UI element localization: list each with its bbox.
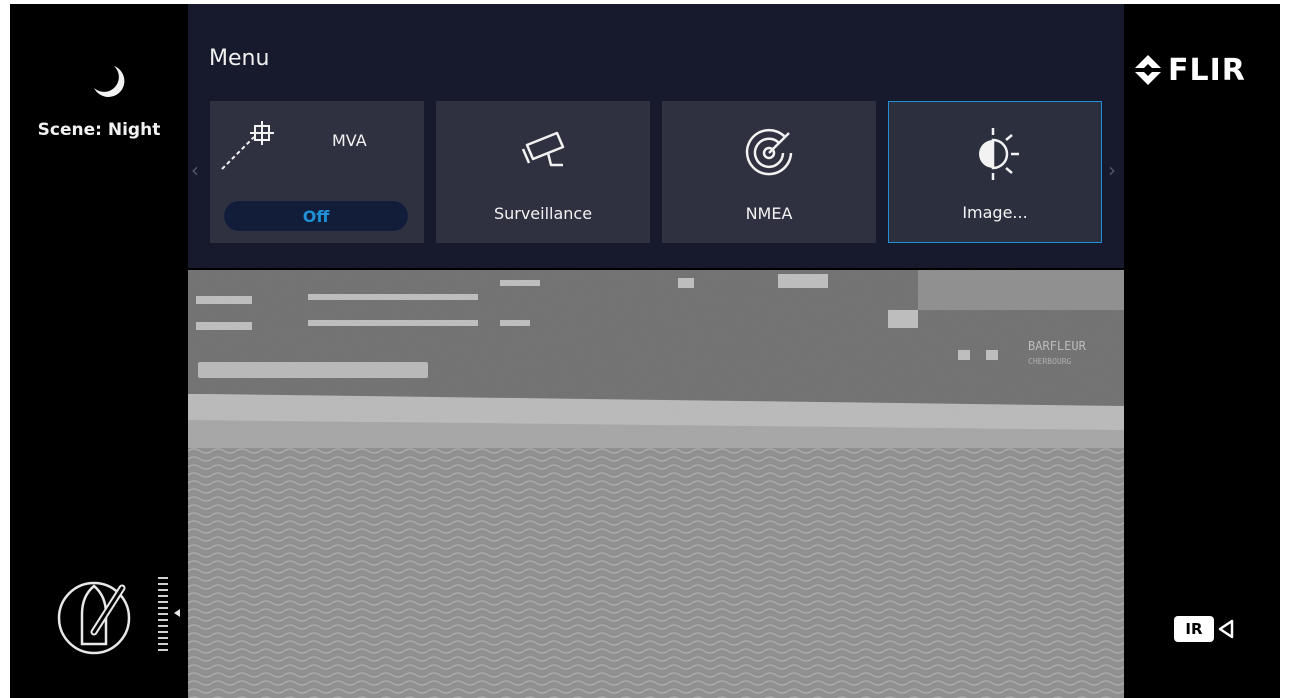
image-settings-label: Image... (962, 203, 1028, 222)
scroll-right-arrow[interactable]: › (1108, 158, 1116, 182)
mva-crosshair-icon (221, 121, 274, 170)
nmea-label: NMEA (745, 204, 793, 223)
flir-logo: FLIR (1134, 50, 1246, 90)
left-status-panel: Scene: Night (10, 4, 188, 698)
brand-name: FLIR (1168, 52, 1246, 88)
camera-heading-icon[interactable] (54, 574, 134, 660)
mva-toggle[interactable]: Off (224, 201, 408, 231)
security-camera-icon (521, 131, 565, 167)
right-status-panel: FLIR IR (1124, 4, 1280, 698)
thermal-camera-screen: Scene: Night Menu ‹ › MVA Off Surveillan… (10, 4, 1280, 698)
radar-icon (745, 128, 793, 176)
menu-tile-nmea[interactable]: NMEA (662, 101, 876, 243)
tilt-scale-icon (158, 577, 180, 651)
thermal-camera-feed[interactable]: BARFLEUR CHERBOURG (188, 270, 1124, 698)
brightness-contrast-icon (979, 128, 1019, 180)
flir-logo-icon (1135, 55, 1161, 85)
menu-title: Menu (209, 46, 270, 71)
camera-mode-indicator[interactable]: IR (1174, 616, 1236, 642)
surveillance-label: Surveillance (493, 204, 593, 223)
menu-tile-image[interactable]: Image... (888, 101, 1102, 243)
ir-mode-label: IR (1174, 616, 1214, 642)
video-camera-icon (1218, 619, 1234, 639)
moon-icon (94, 66, 125, 97)
scroll-left-arrow[interactable]: ‹ (191, 158, 199, 182)
scene-mode-label: Scene: Night (37, 120, 161, 140)
mva-label: MVA (332, 131, 367, 150)
menu-tiles: MVA Off Surveillance NMEA Image... (210, 101, 1102, 243)
menu-tile-surveillance[interactable]: Surveillance (436, 101, 650, 243)
menu-tile-mva[interactable]: MVA Off (210, 101, 424, 243)
menu-panel: Menu ‹ › MVA Off Surveillance NMEA Image… (188, 4, 1124, 268)
